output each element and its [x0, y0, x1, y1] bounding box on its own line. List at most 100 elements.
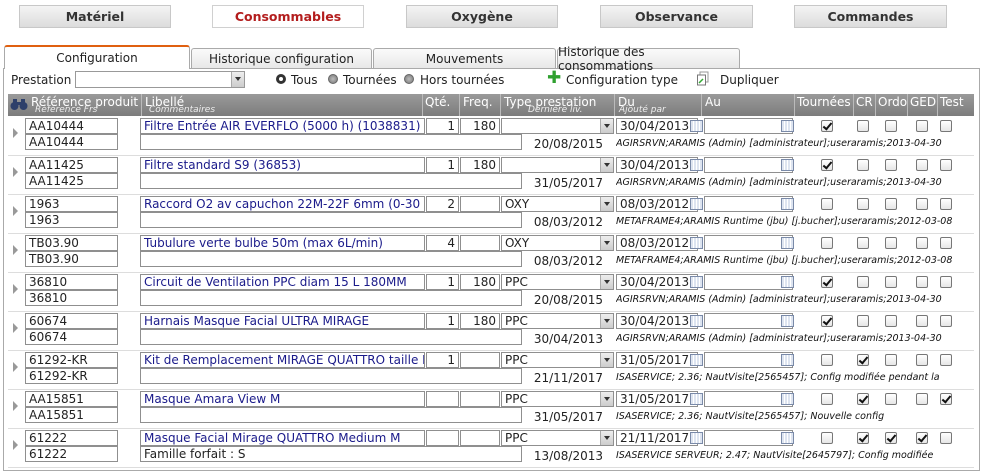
- calendar-icon[interactable]: [781, 159, 794, 171]
- reference-frs-input[interactable]: 60674: [25, 329, 118, 345]
- header-ged[interactable]: GED: [910, 95, 936, 109]
- calendar-icon[interactable]: [690, 159, 703, 171]
- checkbox-ordo[interactable]: [885, 276, 897, 288]
- calendar-icon[interactable]: [781, 315, 794, 327]
- reference-input[interactable]: TB03.90: [25, 235, 118, 251]
- radio-tournees[interactable]: [328, 74, 338, 84]
- frequency-input[interactable]: [460, 430, 500, 446]
- date-to-input[interactable]: [704, 430, 793, 446]
- type-prestation-select[interactable]: PPC: [501, 274, 614, 290]
- radio-hors-tournees[interactable]: [404, 74, 414, 84]
- checkbox-cr[interactable]: [857, 354, 869, 366]
- checkbox-ged[interactable]: [916, 393, 928, 405]
- checkbox-cr[interactable]: [857, 198, 869, 210]
- header-tournees[interactable]: Tournées: [797, 95, 851, 109]
- checkbox-cr[interactable]: [857, 393, 869, 405]
- row-expand-handle[interactable]: [11, 398, 19, 414]
- reference-input[interactable]: 1963: [25, 196, 118, 212]
- date-to-input[interactable]: [704, 352, 793, 368]
- libelle-input[interactable]: Circuit de Ventilation PPC diam 15 L 180…: [140, 274, 425, 290]
- checkbox-tournees[interactable]: [821, 432, 833, 444]
- frequency-input[interactable]: [460, 391, 500, 407]
- date-to-input[interactable]: [704, 235, 793, 251]
- calendar-icon[interactable]: [690, 354, 703, 366]
- quantity-input[interactable]: 1: [426, 118, 459, 134]
- reference-input[interactable]: 61292-KR: [25, 352, 118, 368]
- reference-input[interactable]: 36810: [25, 274, 118, 290]
- comment-input[interactable]: [140, 134, 522, 150]
- duplicate-icon[interactable]: [697, 71, 709, 86]
- type-prestation-select[interactable]: PPC: [501, 430, 614, 446]
- type-prestation-select[interactable]: [501, 118, 614, 134]
- libelle-input[interactable]: Masque Facial Mirage QUATTRO Medium M: [140, 430, 425, 446]
- row-expand-handle[interactable]: [11, 359, 19, 375]
- frequency-input[interactable]: [460, 196, 500, 212]
- libelle-input[interactable]: Tubulure verte bulbe 50m (max 6L/min): [140, 235, 425, 251]
- frequency-input[interactable]: [460, 235, 500, 251]
- quantity-input[interactable]: 2: [426, 196, 459, 212]
- calendar-icon[interactable]: [781, 432, 794, 444]
- header-freq[interactable]: Freq.: [463, 95, 493, 109]
- tab-historique-consommations[interactable]: Historique des consommations: [557, 45, 740, 73]
- nav-button-observance[interactable]: Observance: [600, 5, 753, 28]
- comment-input[interactable]: [140, 290, 522, 306]
- calendar-icon[interactable]: [690, 198, 703, 210]
- checkbox-test[interactable]: [940, 198, 952, 210]
- libelle-input[interactable]: Harnais Masque Facial ULTRA MIRAGE: [140, 313, 425, 329]
- checkbox-test[interactable]: [940, 120, 952, 132]
- checkbox-test[interactable]: [940, 432, 952, 444]
- checkbox-cr[interactable]: [857, 315, 869, 327]
- date-to-input[interactable]: [704, 274, 793, 290]
- row-expand-handle[interactable]: [11, 242, 19, 258]
- checkbox-ordo[interactable]: [885, 354, 897, 366]
- date-from-input[interactable]: 08/03/2012: [616, 235, 698, 251]
- type-prestation-select[interactable]: OXY: [501, 196, 614, 212]
- date-to-input[interactable]: [704, 196, 793, 212]
- comment-input[interactable]: Famille forfait : S: [140, 446, 522, 462]
- reference-input[interactable]: 61222: [25, 430, 118, 446]
- checkbox-tournees[interactable]: [821, 120, 833, 132]
- type-prestation-select[interactable]: PPC: [501, 352, 614, 368]
- header-qte[interactable]: Qté.: [425, 95, 450, 109]
- header-cr[interactable]: CR: [856, 95, 873, 109]
- checkbox-tournees[interactable]: [821, 198, 833, 210]
- reference-frs-input[interactable]: AA10444: [25, 134, 118, 150]
- date-to-input[interactable]: [704, 391, 793, 407]
- binoculars-icon[interactable]: [10, 97, 28, 111]
- date-from-input[interactable]: 30/04/2013: [616, 118, 698, 134]
- checkbox-ged[interactable]: [916, 432, 928, 444]
- calendar-icon[interactable]: [690, 276, 703, 288]
- reference-input[interactable]: AA11425: [25, 157, 118, 173]
- calendar-icon[interactable]: [690, 315, 703, 327]
- calendar-icon[interactable]: [690, 432, 703, 444]
- reference-frs-input[interactable]: 61292-KR: [25, 368, 118, 384]
- checkbox-test[interactable]: [940, 159, 952, 171]
- header-au[interactable]: Au: [705, 95, 721, 109]
- reference-frs-input[interactable]: 1963: [25, 212, 118, 228]
- reference-frs-input[interactable]: 61222: [25, 446, 118, 462]
- checkbox-test[interactable]: [940, 276, 952, 288]
- date-to-input[interactable]: [704, 157, 793, 173]
- libelle-input[interactable]: Kit de Remplacement MIRAGE QUATTRO taill…: [140, 352, 425, 368]
- date-from-input[interactable]: 21/11/2017: [616, 430, 698, 446]
- nav-button-consommables[interactable]: Consommables: [212, 5, 364, 28]
- date-from-input[interactable]: 30/04/2013: [616, 274, 698, 290]
- quantity-input[interactable]: 1: [426, 313, 459, 329]
- comment-input[interactable]: [140, 329, 522, 345]
- frequency-input[interactable]: 180: [460, 313, 500, 329]
- quantity-input[interactable]: 4: [426, 235, 459, 251]
- duplicate-button[interactable]: Dupliquer: [720, 73, 779, 87]
- checkbox-tournees[interactable]: [821, 354, 833, 366]
- checkbox-ged[interactable]: [916, 198, 928, 210]
- checkbox-tournees[interactable]: [821, 393, 833, 405]
- checkbox-ged[interactable]: [916, 159, 928, 171]
- date-from-input[interactable]: 08/03/2012: [616, 196, 698, 212]
- calendar-icon[interactable]: [690, 120, 703, 132]
- checkbox-cr[interactable]: [857, 120, 869, 132]
- nav-button-materiel[interactable]: Matériel: [19, 5, 171, 28]
- calendar-icon[interactable]: [781, 276, 794, 288]
- type-prestation-select[interactable]: OXY: [501, 235, 614, 251]
- checkbox-tournees[interactable]: [821, 237, 833, 249]
- calendar-icon[interactable]: [690, 237, 703, 249]
- comment-input[interactable]: [140, 251, 522, 267]
